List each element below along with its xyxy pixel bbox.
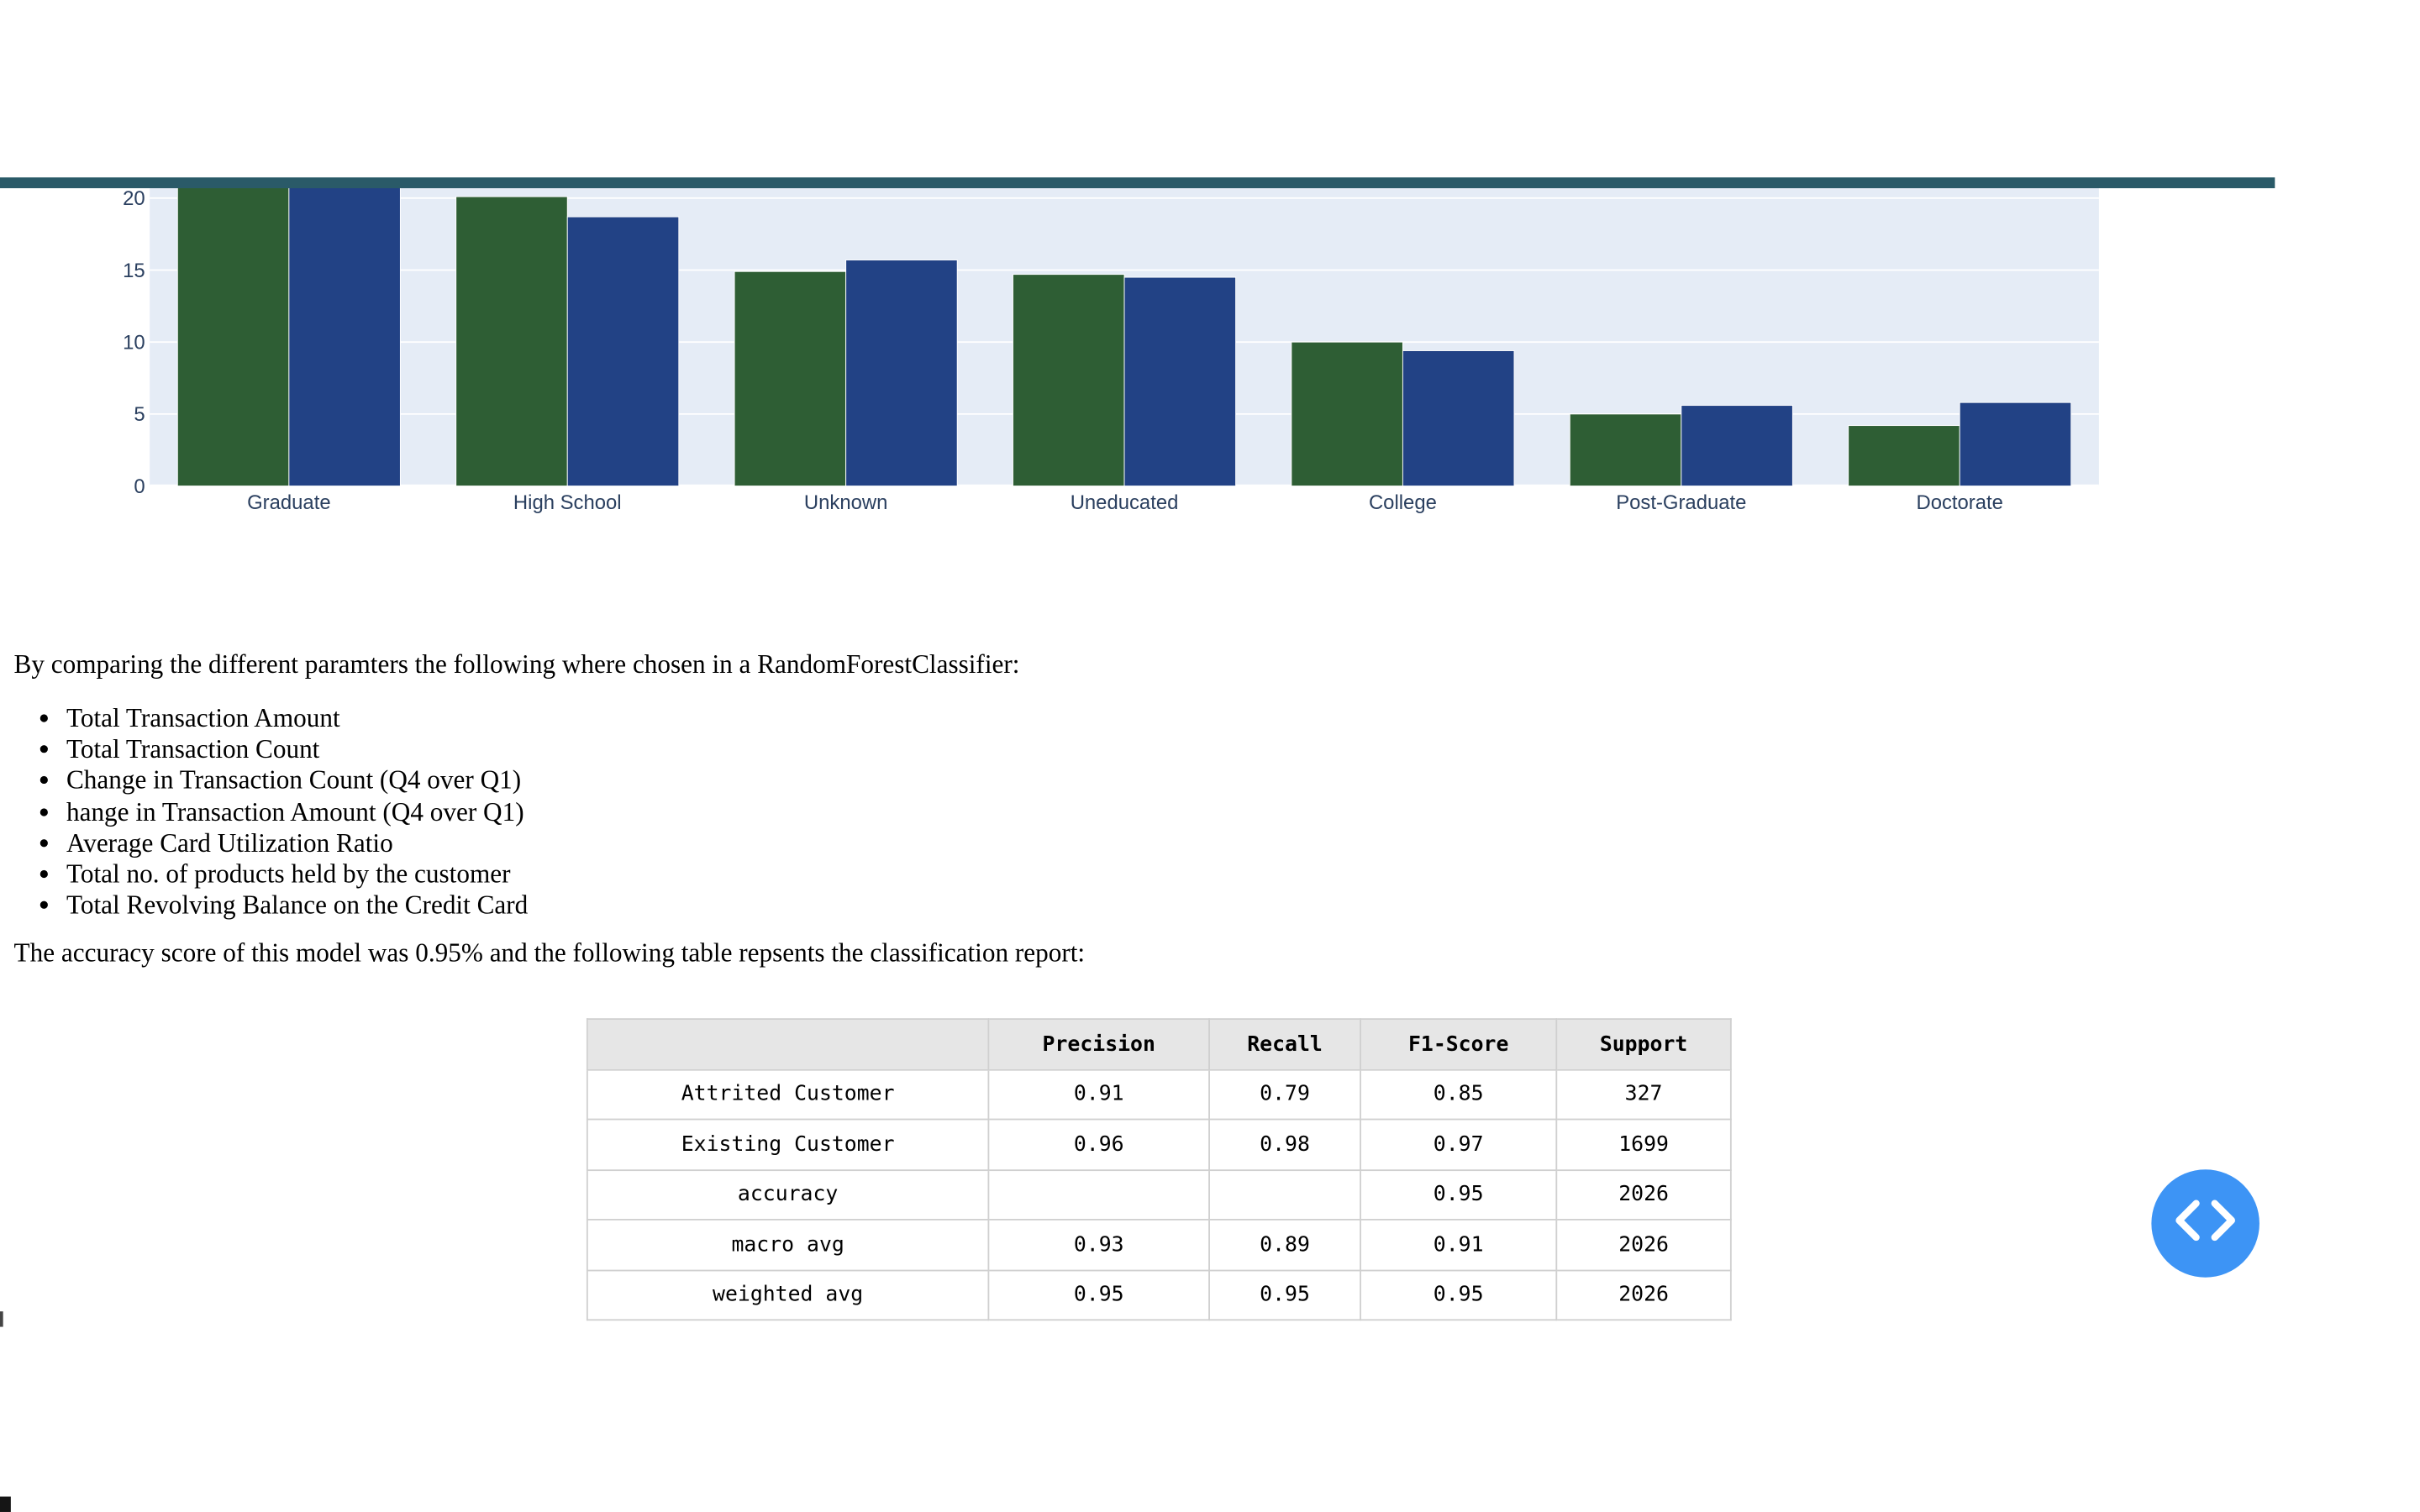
x-tick-label: Post-Graduate (1616, 491, 1746, 514)
table-cell: 0.91 (1360, 1219, 1558, 1271)
x-tick-label: Graduate (247, 491, 330, 514)
table-cell: 0.95 (987, 1268, 1210, 1321)
table-cell: 2026 (1555, 1268, 1732, 1321)
bar (1013, 274, 1125, 487)
y-tick-label: 15 (123, 260, 145, 282)
bar (455, 196, 568, 487)
bar (1681, 405, 1793, 487)
bar (1959, 402, 2072, 487)
x-tick-label: High School (513, 491, 622, 514)
feature-item: Change in Transaction Count (Q4 over Q1) (66, 766, 1866, 797)
feature-item: Total Revolving Balance on the Credit Ca… (66, 890, 1866, 921)
table-row: weighted avg 0.95 0.95 0.95 2026 (586, 1268, 1732, 1321)
bar (1848, 425, 1960, 487)
table-row: Attrited Customer 0.91 0.79 0.85 327 (586, 1068, 1732, 1121)
row-label: Existing Customer (586, 1118, 990, 1171)
code-icon (2169, 1194, 2243, 1254)
table-cell: 0.95 (1208, 1268, 1361, 1321)
header-cell: Precision (987, 1018, 1210, 1070)
feature-item: Total no. of products held by the custom… (66, 859, 1866, 890)
table-cell: 0.97 (1360, 1118, 1558, 1171)
table-cell: 0.91 (987, 1068, 1210, 1121)
y-tick-label: 20 (123, 187, 145, 210)
bar (1123, 276, 1237, 487)
table-cell (1208, 1168, 1361, 1221)
table-cell: 2026 (1555, 1219, 1732, 1271)
header-cell: Recall (1208, 1018, 1361, 1070)
table-cell: 0.95 (1360, 1268, 1558, 1321)
bar (566, 216, 680, 487)
table-cell: 0.93 (987, 1219, 1210, 1271)
table-cell: 327 (1555, 1068, 1732, 1121)
header-cell: Support (1555, 1018, 1732, 1070)
table-cell: 0.79 (1208, 1068, 1361, 1121)
table-cell (987, 1168, 1210, 1221)
table-cell: 0.85 (1360, 1068, 1558, 1121)
y-tick-label: 0 (134, 475, 145, 498)
x-tick-label: Uneducated (1071, 491, 1179, 514)
bar (288, 184, 401, 487)
feature-item: Average Card Utilization Ratio (66, 828, 1866, 859)
y-tick-label: 5 (134, 403, 145, 426)
bar (734, 270, 847, 487)
header-cell: F1-Score (1360, 1018, 1558, 1070)
cell-top-border (0, 177, 2275, 189)
feature-list: Total Transaction Amount Total Transacti… (14, 704, 1866, 922)
row-label: accuracy (586, 1168, 990, 1221)
x-tick-label: Doctorate (1916, 491, 2002, 514)
table-cell: 2026 (1555, 1168, 1732, 1221)
table-row: macro avg 0.93 0.89 0.91 2026 (586, 1219, 1732, 1271)
x-tick-label: Unknown (804, 491, 887, 514)
bar (845, 260, 958, 487)
x-axis: Graduate High School Unknown Uneducated Coll… (247, 491, 2003, 514)
bar (1291, 341, 1403, 487)
header-cell (586, 1018, 990, 1070)
x-tick-label: College (1369, 491, 1437, 514)
table-cell: 0.95 (1360, 1168, 1558, 1221)
row-label: Attrited Customer (586, 1068, 990, 1121)
accuracy-text: The accuracy score of this model was 0.9… (13, 938, 1086, 969)
notebook-page: 0 5 10 15 20 Graduate High School Unknown Unedu… (0, 0, 2420, 1512)
table-cell: 0.89 (1208, 1219, 1361, 1271)
table-cell: 0.96 (987, 1118, 1210, 1171)
feature-item: Total Transaction Amount (66, 704, 1866, 735)
edge-mark (0, 1311, 3, 1327)
bar (1569, 413, 1682, 487)
table-row: accuracy 0.95 2026 (586, 1168, 1732, 1221)
markdown-cell: By comparing the different paramters the… (14, 648, 1866, 971)
edge-mark (0, 1496, 11, 1512)
row-label: weighted avg (586, 1268, 990, 1321)
row-label: macro avg (586, 1219, 990, 1271)
y-axis: 0 5 10 15 20 (123, 187, 145, 498)
y-tick-label: 10 (123, 331, 145, 354)
classification-report-table: Precision Recall F1-Score Support Attrit… (586, 1018, 1732, 1321)
bar (1402, 350, 1515, 487)
table-cell: 0.98 (1208, 1118, 1361, 1171)
table-row: Existing Customer 0.96 0.98 0.97 1699 (586, 1118, 1732, 1171)
feature-item: Total Transaction Count (66, 735, 1866, 766)
feature-item: hange in Transaction Amount (Q4 over Q1) (66, 797, 1866, 828)
bar (176, 184, 290, 487)
education-bar-chart: 0 5 10 15 20 Graduate High School Unknown Unedu… (123, 184, 2099, 514)
intro-text: By comparing the different paramters the… (13, 649, 1020, 680)
table-header-row: Precision Recall F1-Score Support (586, 1018, 1732, 1070)
table-cell: 1699 (1555, 1118, 1732, 1171)
code-toggle-button[interactable] (2151, 1169, 2260, 1278)
